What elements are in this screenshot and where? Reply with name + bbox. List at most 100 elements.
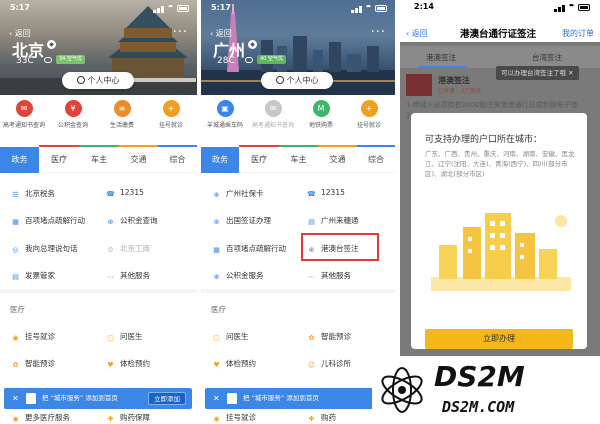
more-menu-button[interactable]: ··· <box>173 25 188 40</box>
close-icon[interactable]: ✕ <box>213 388 220 409</box>
personal-center-button[interactable]: 个人中心 <box>62 72 134 89</box>
service-item-bottleneck[interactable]: ▦ 百项堵点疏解行动 <box>212 243 286 255</box>
service-item-invoice[interactable]: ▤ 发票管家 <box>11 270 55 282</box>
quick-item-label: 高考通知书查询 <box>2 122 45 129</box>
category-tabs: 政务 医疗 车主 交通 综合 <box>0 145 197 173</box>
service-item-doctor[interactable]: ▢ 问医生 <box>212 331 248 343</box>
tooltip-text: 可以办理台湾签注了哦 <box>501 69 566 77</box>
more-menu-button[interactable]: ··· <box>371 25 386 40</box>
personal-center-button[interactable]: 个人中心 <box>261 72 333 89</box>
service-item-checkup[interactable]: ♥ 体检预约 <box>106 358 150 370</box>
service-item-pediatric[interactable]: ☺ 儿科诊所 <box>307 358 351 370</box>
tax-icon: ☰ <box>12 191 19 199</box>
tab-general[interactable]: 综合 <box>357 147 395 173</box>
service-item-medicine[interactable]: ✚ 购药保障 <box>106 412 150 424</box>
banner-text: 把 “城市服务” 添加到首页 <box>243 394 319 402</box>
tab-medical[interactable]: 医疗 <box>239 147 279 173</box>
dialog-question: 可支持办理的户口所在城市： <box>425 135 543 145</box>
service-item-label: 广州社保卡 <box>226 189 264 198</box>
add-now-button[interactable]: 立即添加 <box>148 392 186 405</box>
service-item-more-medical[interactable]: ◉ 更多医疗服务 <box>11 412 70 424</box>
quick-item[interactable]: ✉ 高考通知书查询 <box>0 100 48 129</box>
my-orders-link[interactable]: 我的订单 <box>562 28 594 39</box>
back-label: 返回 <box>411 29 428 38</box>
service-item-fund[interactable]: ⊕ 公积金服务 <box>212 270 264 282</box>
service-item-label: 公积金服务 <box>226 271 264 280</box>
service-item-social-security[interactable]: ⊕ 广州社保卡 <box>212 188 264 200</box>
endorsement-tabs: 港澳签注 台湾签注 <box>400 46 600 68</box>
temperature: 33C <box>16 56 34 66</box>
tab-transport[interactable]: 交通 <box>318 147 357 173</box>
service-item-premier[interactable]: ◎ 我向总理说句话 <box>11 243 77 255</box>
service-item-label: 儿科诊所 <box>321 359 351 368</box>
service-item-label: 广州来穗通 <box>321 216 359 225</box>
doctor-icon: ▢ <box>107 334 114 342</box>
service-item-register[interactable]: ◉ 挂号就诊 <box>212 412 256 424</box>
phone-icon <box>227 393 237 404</box>
switch-city-icon[interactable]: ◆ <box>47 40 56 49</box>
tab-government[interactable]: 政务 <box>201 147 239 173</box>
fund-search-icon: ⊕ <box>107 218 114 226</box>
service-item-visa[interactable]: ⊕ 出国签证办理 <box>212 215 271 227</box>
status-time: 2:14 <box>414 2 434 11</box>
quick-item[interactable]: + 挂号就诊 <box>345 100 393 129</box>
tab-car-owner[interactable]: 车主 <box>279 147 318 173</box>
tab-general[interactable]: 综合 <box>158 147 197 173</box>
person-icon <box>275 76 284 84</box>
service-item-commerce[interactable]: ⚙ 北京工商 <box>106 243 150 255</box>
service-item-tax[interactable]: ☰ 北京税务 <box>11 188 55 200</box>
apply-now-button[interactable]: 立即办理 <box>425 329 573 349</box>
back-button[interactable]: ‹ 返回 <box>406 28 428 39</box>
quick-item[interactable]: M 地铁购票 <box>297 100 345 129</box>
more-medical-icon: ◉ <box>12 415 19 423</box>
tab-government[interactable]: 政务 <box>0 147 39 173</box>
service-item-label: 出国签证办理 <box>226 216 271 225</box>
tab-taiwan[interactable]: 台湾签注 <box>532 52 562 63</box>
service-item-fund[interactable]: ⊕ 公积金查询 <box>106 215 158 227</box>
payment-icon: ≡ <box>113 100 131 117</box>
service-item-diagnosis[interactable]: ✿ 智能预诊 <box>11 358 55 370</box>
tab-car-owner[interactable]: 车主 <box>79 147 119 173</box>
service-item-more[interactable]: ⋯ 其他服务 <box>106 270 150 282</box>
service-item-more[interactable]: ⋯ 其他服务 <box>307 270 351 282</box>
service-item-label: 购药 <box>321 413 336 422</box>
quick-item[interactable]: ≡ 生活缴费 <box>98 100 146 129</box>
service-item-diagnosis[interactable]: ✿ 智能预诊 <box>307 331 351 343</box>
service-item-label: 北京工商 <box>120 244 150 253</box>
fund-icon: ⊕ <box>213 273 220 281</box>
status-time: 5:17 <box>10 3 30 12</box>
service-item-bottleneck[interactable]: ▦ 百项堵点疏解行动 <box>11 215 85 227</box>
tab-transport[interactable]: 交通 <box>119 147 158 173</box>
quick-item-label: 羊城通乘车码 <box>206 122 243 129</box>
close-icon[interactable]: ✕ <box>12 388 19 409</box>
service-item-medicine[interactable]: ✚ 购药 <box>307 412 336 424</box>
switch-city-icon[interactable]: ◆ <box>248 40 257 49</box>
quick-item-label: 高考通知书查询 <box>251 122 294 129</box>
status-bar: 5:17 <box>10 3 189 16</box>
bg-service-title: 港澳签注 <box>438 76 470 85</box>
tab-medical[interactable]: 医疗 <box>39 147 79 173</box>
service-item-doctor[interactable]: ▢ 问医生 <box>106 331 142 343</box>
quick-item[interactable]: ¥ 公积金查询 <box>49 100 97 129</box>
tab-hk-macao[interactable]: 港澳签注 <box>426 52 456 63</box>
service-item-12315[interactable]: ☎ 12315 <box>106 188 144 199</box>
mail-icon: ✉ <box>264 100 282 117</box>
invoice-icon: ▤ <box>12 273 19 281</box>
hk-flag-icon <box>406 74 432 96</box>
diagnosis-icon: ✿ <box>12 361 19 369</box>
service-item-checkup[interactable]: ♥ 体检预约 <box>212 358 256 370</box>
status-bar: 5:17 <box>211 3 387 16</box>
quick-item[interactable]: ✉ 高考通知书查询 <box>249 100 297 129</box>
aqi-badge: 40 空气优 <box>257 55 286 64</box>
quick-item[interactable]: + 挂号就诊 <box>147 100 195 129</box>
quick-item[interactable]: ▣ 羊城通乘车码 <box>201 100 249 129</box>
service-item-label: 其他服务 <box>120 271 150 280</box>
service-item-12315[interactable]: ☎ 12315 <box>307 188 345 199</box>
close-icon[interactable]: ✕ <box>568 69 573 77</box>
beijing-city-services-screen: 5:17 ‹ 返回 ··· 北京 ◆ 33C 34 空气优 个人中心 ✉ 高考通知… <box>0 0 197 424</box>
quick-item-label: 生活缴费 <box>109 122 134 129</box>
service-item-register[interactable]: ◉ 挂号就诊 <box>11 331 55 343</box>
more-icon: ⋯ <box>308 273 315 281</box>
service-item-resident[interactable]: ▤ 广州来穗通 <box>307 215 359 227</box>
resident-icon: ▤ <box>308 218 315 226</box>
